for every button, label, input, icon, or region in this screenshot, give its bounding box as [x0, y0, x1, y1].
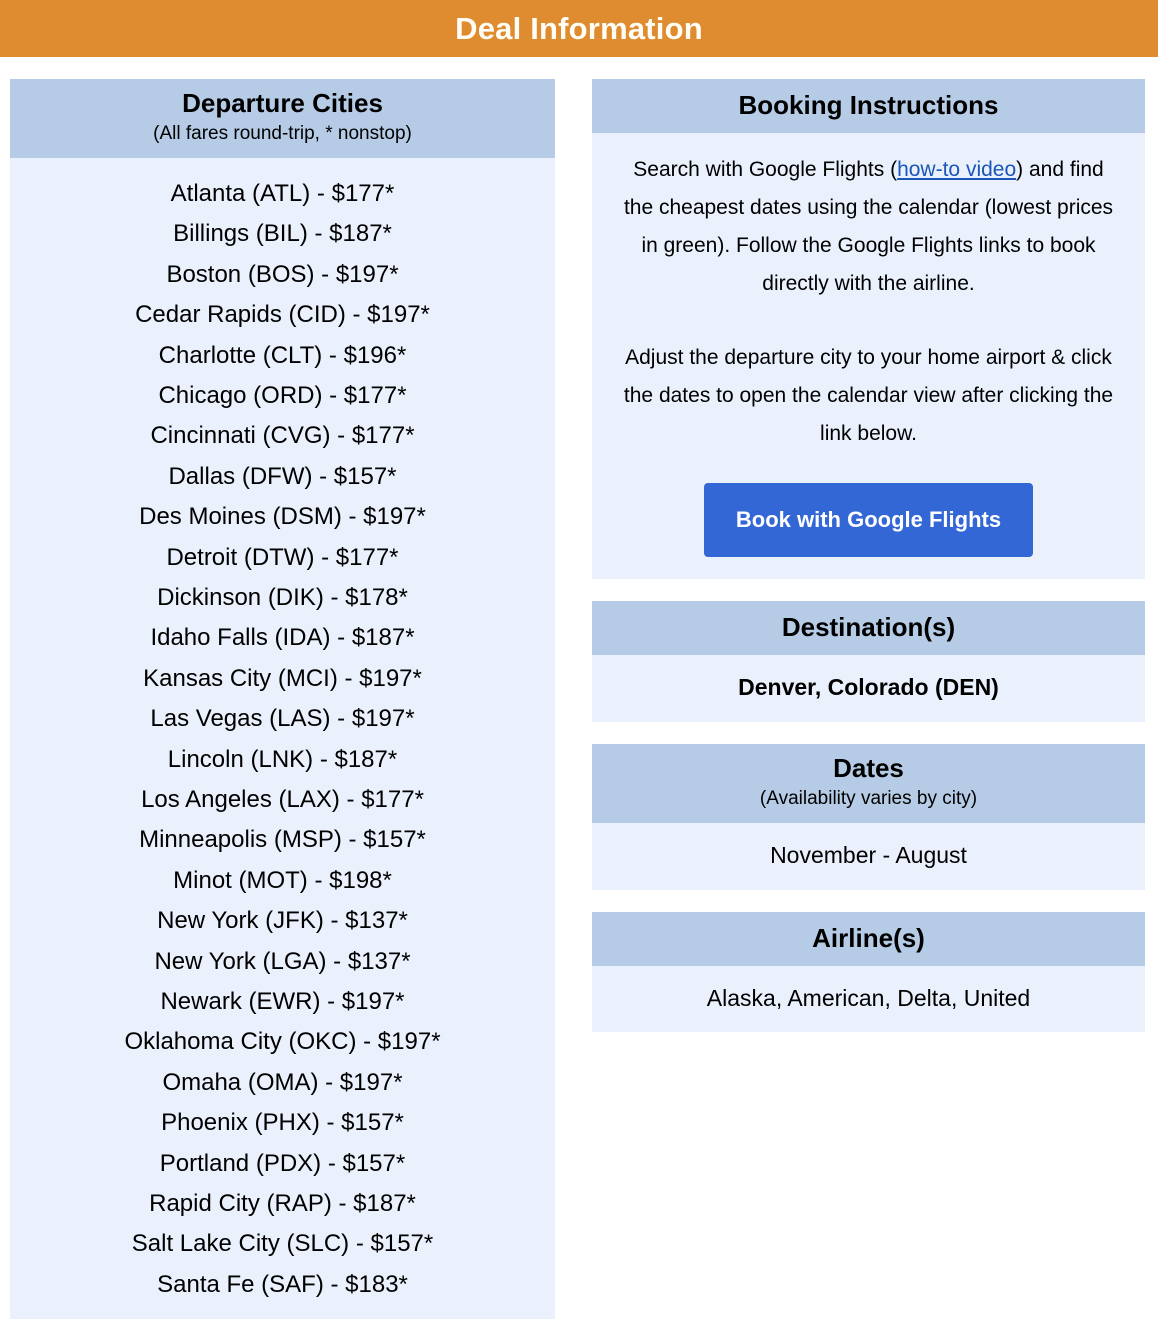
departure-city-row: Los Angeles (LAX) - $177* [141, 786, 424, 813]
departure-city-row: Idaho Falls (IDA) - $187* [150, 624, 415, 652]
booking-paragraph-2: Adjust the departure city to your home a… [623, 346, 1114, 446]
departure-city-row: Boston (BOS) - $197* [166, 260, 399, 288]
airlines-body: Alaska, American, Delta, United [592, 965, 1145, 1033]
departure-city-row: Salt Lake City (SLC) - $157* [131, 1230, 434, 1258]
departure-city-row: Phoenix (PHX) - $157* [161, 1109, 404, 1137]
departure-city-row: Rapid City (RAP) - $187* [149, 1190, 416, 1218]
destinations-panel: Destination(s) Denver, Colorado (DEN) [592, 601, 1145, 722]
book-with-google-flights-button[interactable]: Book with Google Flights [703, 483, 1034, 558]
departure-city-row: Detroit (DTW) - $177* [166, 543, 399, 571]
departure-city-row: Portland (PDX) - $157* [159, 1149, 406, 1177]
departure-city-row: New York (JFK) - $137* [157, 907, 408, 935]
departure-city-row: Santa Fe (SAF) - $183* [157, 1270, 408, 1298]
airlines-value: Alaska, American, Delta, United [706, 984, 1031, 1011]
dates-subtitle: (Availability varies by city) [759, 788, 978, 810]
departure-city-row: Cedar Rapids (CID) - $197* [135, 301, 430, 329]
destinations-body: Denver, Colorado (DEN) [592, 655, 1145, 722]
how-to-video-link[interactable]: how-to video [897, 158, 1016, 181]
departure-city-row: Las Vegas (LAS) - $197* [150, 705, 415, 733]
deal-information-banner: Deal Information [0, 0, 1158, 57]
departure-city-row: Kansas City (MCI) - $197* [143, 664, 422, 692]
departure-city-row: Cincinnati (CVG) - $177* [150, 422, 415, 450]
booking-instructions-panel: Booking Instructions Search with Google … [592, 79, 1145, 580]
departure-cities-title: Departure Cities [182, 88, 383, 118]
dates-title: Dates [833, 752, 904, 783]
departure-city-row: Minneapolis (MSP) - $157* [139, 826, 426, 854]
destinations-title: Destination(s) [781, 612, 956, 643]
page-title: Deal Information [455, 11, 703, 46]
departure-city-row: New York (LGA) - $137* [154, 947, 411, 975]
destination-value: Denver, Colorado (DEN) [738, 674, 999, 701]
departure-city-row: Dallas (DFW) - $157* [168, 462, 397, 490]
departure-cities-header: Departure Cities (All fares round-trip, … [10, 79, 555, 158]
departure-city-row: Chicago (ORD) - $177* [158, 381, 407, 409]
departure-city-row: Atlanta (ATL) - $177* [170, 179, 395, 207]
airlines-header: Airline(s) [592, 911, 1145, 966]
departure-city-row: Billings (BIL) - $187* [173, 220, 392, 248]
departure-city-row: Oklahoma City (OKC) - $197* [124, 1028, 441, 1056]
booking-instructions-body: Search with Google Flights (how-to video… [592, 133, 1145, 580]
departure-city-row: Des Moines (DSM) - $197* [139, 503, 426, 531]
departure-city-row: Dickinson (DIK) - $178* [157, 583, 408, 611]
departure-city-row: Charlotte (CLT) - $196* [158, 341, 407, 369]
airlines-title: Airline(s) [812, 922, 925, 953]
departure-city-row: Lincoln (LNK) - $187* [167, 745, 398, 773]
content-columns: Departure Cities (All fares round-trip, … [0, 57, 1158, 1319]
booking-paragraph-1: Search with Google Flights (how-to video… [616, 151, 1121, 303]
dates-body: November - August [592, 822, 1145, 890]
book-button-container: Book with Google Flights [616, 483, 1121, 558]
dates-panel: Dates (Availability varies by city) Nove… [592, 743, 1145, 890]
departure-cities-list: Atlanta (ATL) - $177* Billings (BIL) - $1… [10, 157, 555, 1319]
departure-cities-subtitle: (All fares round-trip, * nonstop) [153, 123, 412, 145]
departure-city-row: Minot (MOT) - $198* [173, 866, 392, 894]
departure-city-row: Newark (EWR) - $197* [160, 988, 405, 1016]
booking-instructions-header: Booking Instructions [592, 79, 1145, 134]
dates-value: November - August [770, 841, 967, 868]
booking-paragraph-1-prefix: Search with Google Flights ( [633, 158, 898, 182]
left-column: Departure Cities (All fares round-trip, … [10, 79, 555, 1319]
departure-cities-panel: Departure Cities (All fares round-trip, … [10, 79, 555, 1319]
dates-header: Dates (Availability varies by city) [592, 743, 1145, 823]
airlines-panel: Airline(s) Alaska, American, Delta, Unit… [592, 911, 1145, 1033]
destinations-header: Destination(s) [592, 601, 1145, 656]
right-column: Booking Instructions Search with Google … [592, 79, 1145, 1033]
departure-city-row: Omaha (OMA) - $197* [162, 1068, 403, 1096]
booking-instructions-title: Booking Instructions [738, 90, 999, 120]
